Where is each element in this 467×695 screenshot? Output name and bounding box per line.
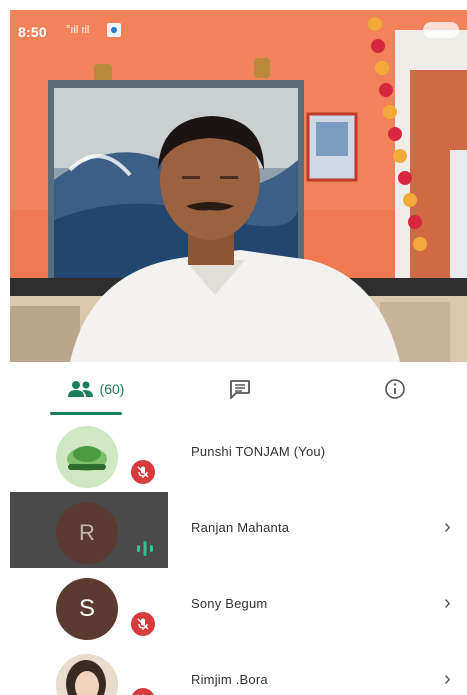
- tab-info[interactable]: [365, 362, 425, 416]
- participant-name: Sony Begum: [191, 596, 268, 611]
- chevron-right-icon: ›: [444, 516, 451, 538]
- chevron-right-icon: ›: [444, 668, 451, 690]
- muted-badge: [131, 612, 155, 636]
- avatar-column: S: [10, 568, 168, 644]
- participant-list: Punshi TONJAM (You) R Ranjan Mahanta › S: [10, 416, 467, 695]
- avatar-column: [10, 416, 168, 492]
- battery-icon: [423, 22, 459, 38]
- info-icon: [385, 379, 405, 399]
- chevron-right-icon: ›: [444, 592, 451, 614]
- participant-count: (60): [99, 381, 125, 397]
- participant-name: Punshi TONJAM (You): [191, 444, 326, 459]
- participant-name: Ranjan Mahanta: [191, 520, 290, 535]
- avatar-column: [10, 644, 168, 695]
- muted-badge: [131, 688, 155, 695]
- profile-photo-icon: [56, 654, 118, 695]
- app-notification-icon: [107, 23, 121, 37]
- avatar: [56, 426, 118, 488]
- mic-off-icon: [137, 466, 149, 478]
- chat-icon: [230, 380, 250, 399]
- muted-badge: [131, 460, 155, 484]
- participant-row[interactable]: Punshi TONJAM (You): [10, 416, 467, 492]
- participant-row[interactable]: Rimjim .Bora ›: [10, 644, 467, 695]
- tab-participants[interactable]: (60): [40, 362, 150, 416]
- speaking-indicator-icon: [137, 541, 153, 556]
- mic-off-icon: [137, 618, 149, 630]
- active-tab-indicator: [50, 412, 122, 415]
- meeting-tabs: (60): [10, 362, 467, 417]
- people-icon: [67, 381, 93, 397]
- video-feed[interactable]: 8:50 °ıil ıil: [10, 10, 467, 362]
- video-scene: [10, 10, 467, 362]
- status-time: 8:50: [18, 24, 47, 40]
- avatar: R: [56, 502, 118, 564]
- participant-name: Rimjim .Bora: [191, 672, 268, 687]
- tab-chat[interactable]: [210, 362, 270, 416]
- avatar-column: R: [10, 492, 168, 568]
- status-bar: 8:50 °ıil ıil: [10, 10, 467, 46]
- avatar: S: [56, 578, 118, 640]
- signal-indicator: °ıil ıil: [66, 24, 90, 36]
- participant-row[interactable]: S Sony Begum ›: [10, 568, 467, 644]
- meeting-screen: 8:50 °ıil ıil (60) Punshi TONJAM (You) R…: [10, 10, 467, 695]
- avatar: [56, 654, 118, 695]
- organization-logo-icon: [56, 426, 118, 488]
- participant-row[interactable]: R Ranjan Mahanta ›: [10, 492, 467, 568]
